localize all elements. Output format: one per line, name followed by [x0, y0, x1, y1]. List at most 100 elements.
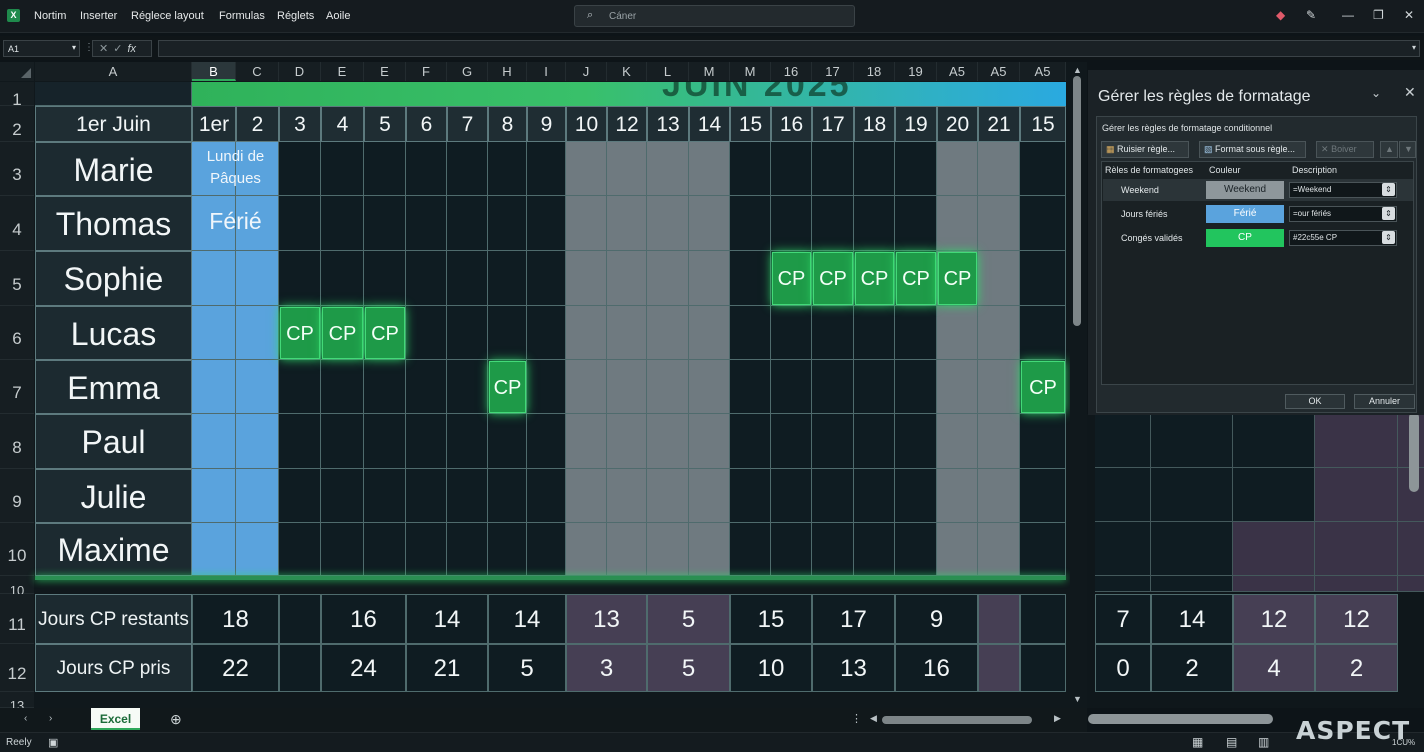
calendar-cell[interactable]: [607, 523, 647, 576]
leave-cp-cell[interactable]: CP: [855, 252, 894, 305]
cp-remaining-cell[interactable]: [279, 594, 321, 644]
calendar-cell[interactable]: [527, 251, 566, 306]
diamond-icon[interactable]: ◆: [1276, 8, 1285, 22]
calendar-cell[interactable]: [447, 142, 488, 196]
rule-row[interactable]: Weekend Weekend =Weekend ⇕: [1103, 179, 1413, 201]
calendar-cell[interactable]: [447, 360, 488, 414]
calendar-cell[interactable]: [647, 251, 689, 306]
cp-remaining-cell[interactable]: 18: [192, 594, 279, 644]
calendar-cell[interactable]: [895, 469, 937, 523]
row-header[interactable]: 7: [0, 360, 34, 414]
cp-remaining-cell[interactable]: 13: [566, 594, 647, 644]
calendar-cell[interactable]: [854, 414, 895, 469]
background-cell[interactable]: [1315, 468, 1398, 522]
leave-cp-cell[interactable]: CP: [322, 307, 363, 359]
calendar-cell[interactable]: [937, 469, 978, 523]
calendar-cell[interactable]: [730, 251, 771, 306]
rule-description[interactable]: #22c55e CP: [1289, 230, 1397, 246]
calendar-cell[interactable]: [978, 360, 1020, 414]
vertical-scrollbar-right[interactable]: [1409, 412, 1419, 492]
move-down-button[interactable]: ▼: [1399, 141, 1416, 158]
row-header[interactable]: 12: [0, 644, 34, 692]
column-header[interactable]: A5: [937, 62, 978, 81]
calendar-cell[interactable]: [937, 142, 978, 196]
cp-remaining-cell[interactable]: 5: [647, 594, 730, 644]
calendar-cell[interactable]: [771, 196, 812, 251]
leave-cp-cell[interactable]: CP: [938, 252, 977, 305]
background-cell[interactable]: [1233, 468, 1315, 522]
calendar-cell[interactable]: [236, 414, 279, 469]
calendar-cell[interactable]: [279, 523, 321, 576]
calendar-cell[interactable]: [192, 469, 236, 523]
calendar-cell[interactable]: [447, 414, 488, 469]
format-rule-button[interactable]: ▧ Format sous règle...: [1199, 141, 1306, 158]
column-header[interactable]: E: [364, 62, 406, 81]
page-layout-icon[interactable]: ▤: [1226, 735, 1237, 749]
add-sheet-icon[interactable]: ⊕: [170, 711, 182, 728]
calendar-cell[interactable]: [527, 523, 566, 576]
calendar-cell[interactable]: [854, 523, 895, 576]
calendar-cell[interactable]: [364, 251, 406, 306]
calendar-cell[interactable]: [771, 523, 812, 576]
calendar-cell[interactable]: [566, 523, 607, 576]
calendar-cell[interactable]: [647, 414, 689, 469]
calendar-cell[interactable]: [321, 469, 364, 523]
vertical-scrollbar[interactable]: ▲ ▼: [1070, 62, 1084, 708]
calendar-cell[interactable]: [854, 142, 895, 196]
background-cell[interactable]: [1095, 522, 1151, 576]
calendar-cell[interactable]: [937, 414, 978, 469]
calendar-cell[interactable]: [812, 523, 854, 576]
column-header[interactable]: G: [447, 62, 488, 81]
fx-icon[interactable]: fx: [127, 43, 136, 55]
column-header[interactable]: A: [35, 62, 192, 81]
calendar-cell[interactable]: [771, 306, 812, 360]
normal-view-icon[interactable]: ▦: [1192, 735, 1203, 749]
minimize-icon[interactable]: —: [1342, 8, 1354, 22]
calendar-cell[interactable]: [895, 360, 937, 414]
column-header[interactable]: 18: [854, 62, 895, 81]
calendar-cell[interactable]: [647, 360, 689, 414]
calendar-cell[interactable]: [321, 251, 364, 306]
calendar-cell[interactable]: [689, 142, 730, 196]
calendar-cell[interactable]: [406, 523, 447, 576]
spinner-icon[interactable]: ⇕: [1382, 183, 1395, 196]
background-cell[interactable]: [1151, 414, 1233, 468]
horizontal-scrollbar[interactable]: [882, 716, 1032, 724]
rule-color-swatch[interactable]: CP: [1206, 229, 1284, 247]
calendar-cell[interactable]: [812, 360, 854, 414]
ok-button[interactable]: OK: [1285, 394, 1345, 409]
calendar-cell[interactable]: [937, 306, 978, 360]
name-box[interactable]: A1 ▾: [3, 40, 80, 57]
calendar-cell[interactable]: [488, 523, 527, 576]
cp-taken-cell[interactable]: 0: [1095, 644, 1151, 692]
calendar-cell[interactable]: [321, 142, 364, 196]
row-header[interactable]: 8: [0, 414, 34, 469]
calendar-cell[interactable]: [236, 306, 279, 360]
calendar-cell[interactable]: [978, 142, 1020, 196]
calendar-cell[interactable]: [978, 251, 1020, 306]
next-sheet-icon[interactable]: ›: [49, 713, 52, 724]
background-cell[interactable]: [1398, 522, 1424, 576]
calendar-cell[interactable]: [321, 414, 364, 469]
cp-remaining-cell[interactable]: 14: [1151, 594, 1233, 644]
calendar-cell[interactable]: [488, 251, 527, 306]
calendar-cell[interactable]: [771, 469, 812, 523]
pen-icon[interactable]: ✎: [1306, 8, 1316, 22]
calendar-cell[interactable]: [447, 196, 488, 251]
menu-item-inserter[interactable]: Inserter: [80, 10, 117, 22]
calendar-cell[interactable]: [978, 196, 1020, 251]
calendar-cell[interactable]: [279, 469, 321, 523]
chevron-down-icon[interactable]: ⌄: [1371, 86, 1381, 100]
calendar-cell[interactable]: [406, 196, 447, 251]
calendar-cell[interactable]: [279, 251, 321, 306]
background-cell[interactable]: [1398, 576, 1424, 592]
cp-remaining-cell[interactable]: 14: [406, 594, 488, 644]
calendar-cell[interactable]: [937, 196, 978, 251]
cp-taken-cell[interactable]: 24: [321, 644, 406, 692]
calendar-cell[interactable]: [1020, 523, 1066, 576]
leave-cp-cell[interactable]: CP: [896, 252, 936, 305]
calendar-cell[interactable]: [607, 251, 647, 306]
prev-sheet-icon[interactable]: ‹: [24, 713, 27, 724]
calendar-cell[interactable]: [1020, 469, 1066, 523]
row-header[interactable]: 2: [0, 106, 34, 142]
